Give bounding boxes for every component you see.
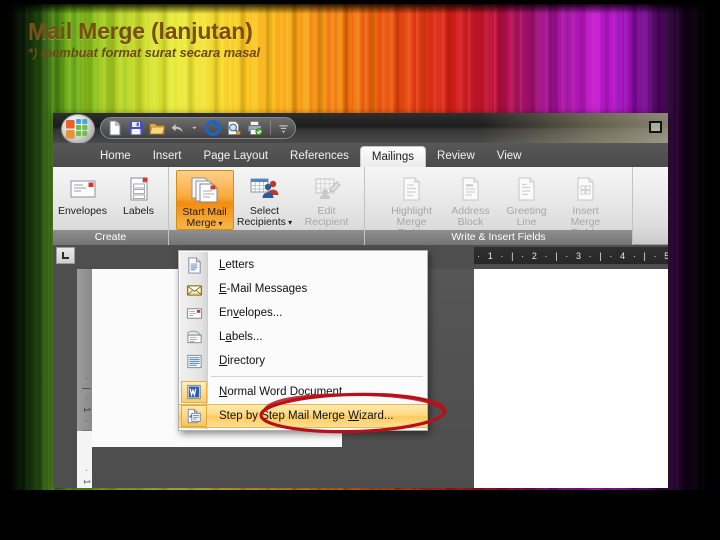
menu-item-wizard-label: Step by Step Mail Merge Wizard... — [219, 410, 394, 422]
title-bar-gloss — [353, 113, 668, 143]
insert-merge-field-label-1: Insert Merge — [570, 205, 601, 228]
tab-view[interactable]: View — [486, 146, 533, 167]
open-folder-icon[interactable] — [149, 120, 165, 136]
horizontal-ruler[interactable]: · 1 · | · 2 · | · 3 · | · 4 · | · 5 · | … — [474, 247, 668, 264]
menu-item-letters[interactable]: Letters — [179, 253, 427, 277]
menu-item-normal-word-document-label: Normal Word Document — [219, 386, 343, 398]
ribbon-group-start-mail-merge: Start Mail Merge ▾ Select Recipients ▾ E… — [169, 167, 365, 245]
document-page[interactable] — [474, 269, 668, 488]
start-mail-merge-button[interactable]: Start Mail Merge ▾ — [175, 170, 234, 230]
normal-word-document-icon — [181, 381, 207, 403]
highlight-merge-fields-icon — [398, 173, 426, 205]
select-recipients-icon — [248, 173, 282, 205]
word-title-bar — [53, 113, 668, 144]
start-mail-merge-label-2: Merge — [186, 217, 217, 229]
chevron-down-icon[interactable]: ▾ — [216, 219, 222, 228]
envelopes-icon — [181, 305, 207, 322]
tab-references[interactable]: References — [279, 146, 360, 167]
ribbon-group-label-create: Create — [53, 230, 168, 245]
address-block-icon — [457, 173, 485, 205]
tab-review[interactable]: Review — [426, 146, 486, 167]
letters-icon — [181, 256, 207, 274]
slide-subtitle: *) membuat format surat secara masal — [28, 45, 260, 60]
ribbon-mailings: Envelopes Labels Create Start Mail Merge… — [53, 167, 668, 245]
labels-icon — [124, 173, 154, 205]
greeting-line-button: Greeting Line — [499, 170, 555, 228]
top-fade — [0, 4, 720, 14]
ribbon-group-create: Envelopes Labels Create — [53, 167, 169, 245]
chevron-down-icon[interactable]: ▾ — [286, 218, 292, 227]
ribbon-group-label-start-mail-merge — [169, 230, 364, 245]
menu-item-email-messages[interactable]: E-Mail Messages — [179, 277, 427, 301]
menu-item-envelopes[interactable]: Envelopes... — [179, 301, 427, 325]
quick-access-toolbar — [100, 117, 296, 139]
envelope-icon — [68, 173, 98, 205]
select-recipients-label-2: Recipients — [236, 216, 286, 228]
menu-item-envelopes-label: Envelopes... — [219, 307, 283, 319]
select-recipients-button[interactable]: Select Recipients ▾ — [234, 170, 296, 228]
tab-insert[interactable]: Insert — [142, 146, 193, 167]
greeting-line-icon — [513, 173, 541, 205]
insert-merge-field-button: Insert Merge Field ▾ — [555, 170, 617, 239]
directory-icon — [181, 353, 207, 370]
menu-item-directory-label: Directory — [219, 355, 266, 367]
envelopes-label: Envelopes — [57, 205, 108, 217]
tab-page-layout[interactable]: Page Layout — [192, 146, 279, 167]
customize-qat-icon[interactable] — [278, 120, 289, 136]
undo-icon — [171, 124, 183, 132]
window-restore-button[interactable] — [649, 121, 662, 133]
undo-dropdown-icon — [192, 126, 197, 130]
ribbon-group-label-write-insert-fields: Write & Insert Fields — [365, 230, 632, 245]
tab-mailings[interactable]: Mailings — [359, 146, 427, 167]
address-block-label-2: Block — [457, 216, 484, 228]
redo-icon[interactable] — [205, 120, 221, 136]
tab-home[interactable]: Home — [89, 146, 142, 167]
ribbon-tab-bar: Home Insert Page Layout References Maili… — [53, 143, 668, 167]
vertical-ruler-white-section[interactable]: · 1 · | · — [77, 431, 92, 488]
menu-item-normal-word-document[interactable]: Normal Word Document — [179, 380, 427, 404]
office-logo-icon — [66, 119, 88, 139]
edit-recipient-list-button: Edit Recipient List — [296, 170, 358, 239]
menu-item-email-messages-label: E-Mail Messages — [219, 283, 308, 295]
left-tab-stop-icon — [62, 252, 69, 259]
office-button[interactable] — [59, 114, 99, 144]
qat-separator — [270, 121, 271, 135]
insert-merge-field-icon — [572, 173, 600, 205]
highlight-merge-fields-button: Highlight Merge Fields — [381, 170, 443, 239]
edit-recipient-list-icon — [311, 173, 343, 205]
email-messages-icon — [181, 281, 207, 298]
ribbon-group-write-insert-fields: Highlight Merge Fields — [365, 167, 633, 245]
top-black-band — [0, 0, 720, 4]
slide-canvas: Mail Merge (lanjutan) *) membuat format … — [0, 0, 720, 540]
greeting-line-label-2: Line — [516, 216, 537, 228]
new-document-icon[interactable] — [107, 120, 123, 136]
print-preview-icon[interactable] — [226, 120, 242, 136]
labels-button[interactable]: Labels — [111, 170, 167, 217]
menu-item-directory[interactable]: Directory — [179, 349, 427, 373]
quick-print-icon[interactable] — [247, 120, 263, 136]
mail-merge-wizard-icon — [181, 405, 207, 427]
menu-separator — [211, 376, 423, 377]
menu-item-letters-label: Letters — [219, 259, 255, 271]
slide-title: Mail Merge (lanjutan) — [28, 18, 253, 44]
menu-item-labels[interactable]: Labels... — [179, 325, 427, 349]
bottom-black-band — [0, 490, 720, 540]
tab-stop-selector[interactable] — [56, 247, 75, 264]
left-vignette — [0, 4, 60, 490]
start-mail-merge-icon — [189, 174, 221, 206]
labels-label: Labels — [123, 205, 154, 217]
menu-item-step-by-step-mail-merge-wizard[interactable]: Step by Step Mail Merge Wizard... — [179, 404, 427, 428]
envelopes-button[interactable]: Envelopes — [55, 170, 111, 217]
labels-menu-icon — [181, 329, 207, 346]
address-block-button: Address Block — [443, 170, 499, 228]
start-mail-merge-dropdown-menu: Letters E-Mail Messages Envelopes... Lab… — [178, 250, 428, 431]
menu-item-labels-label: Labels... — [219, 331, 263, 343]
save-icon[interactable] — [128, 120, 144, 136]
